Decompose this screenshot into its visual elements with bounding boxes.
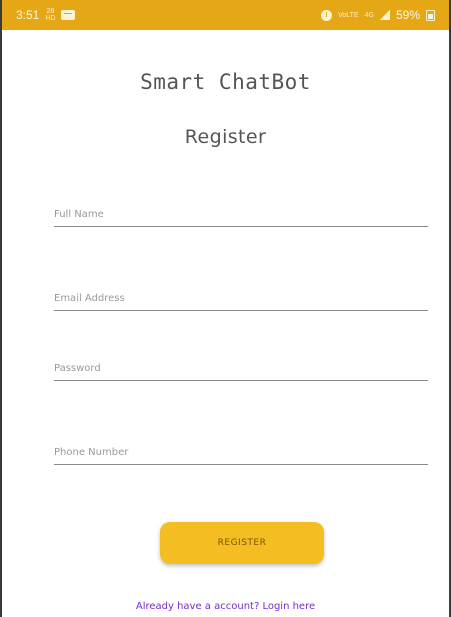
- status-4g: 4G: [364, 11, 374, 19]
- app-title: Smart ChatBot: [140, 70, 311, 94]
- phone-number-input[interactable]: [54, 441, 428, 464]
- message-icon: [61, 10, 76, 20]
- page-title: Register: [184, 126, 267, 148]
- email-field[interactable]: [54, 286, 428, 311]
- status-network-bottom: HD: [45, 15, 56, 22]
- email-input[interactable]: [54, 287, 428, 310]
- full-name-field[interactable]: [54, 202, 428, 227]
- register-screen: 3:51 28 HD VoLTE 4G 59% Smart ChatBot Re…: [0, 0, 451, 617]
- phone-number-field[interactable]: [54, 440, 428, 465]
- status-left-group: 3:51 28 HD: [16, 8, 76, 22]
- full-name-input[interactable]: [54, 203, 428, 226]
- login-link[interactable]: Already have a account? Login here: [2, 601, 449, 612]
- signal-icon: [379, 10, 390, 20]
- password-field[interactable]: [54, 356, 428, 381]
- status-network-indicator: 28 HD: [45, 8, 55, 22]
- status-bar: 3:51 28 HD VoLTE 4G 59%: [2, 0, 449, 30]
- battery-icon: [426, 9, 435, 21]
- register-button[interactable]: REGISTER: [160, 522, 324, 564]
- status-right-group: VoLTE 4G 59%: [321, 8, 435, 22]
- status-time: 3:51: [16, 8, 40, 22]
- status-volte: VoLTE: [338, 11, 359, 19]
- alarm-icon: [321, 9, 333, 21]
- password-input[interactable]: [54, 357, 428, 380]
- status-network-top: 28: [46, 8, 55, 15]
- battery-percent: 59%: [395, 8, 420, 22]
